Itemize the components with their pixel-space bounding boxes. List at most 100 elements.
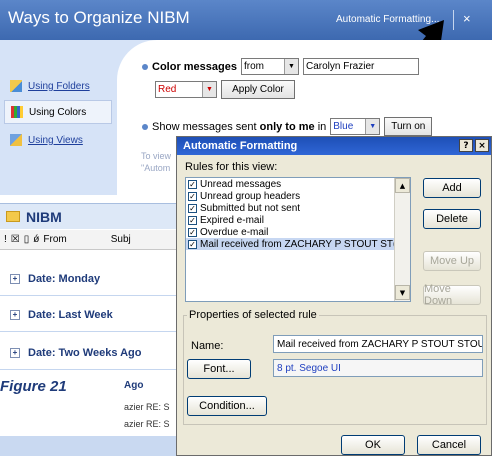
group-monday[interactable]: + Date: Monday — [0, 262, 185, 296]
rule-item[interactable]: ✓ Unread group headers — [186, 190, 410, 202]
rules-scrollbar[interactable]: ▲ ▼ — [394, 178, 410, 301]
group-label: Date: Two Weeks Ago — [28, 346, 142, 359]
rule-label: Expired e-mail — [200, 214, 264, 226]
bottom-bar — [0, 436, 185, 456]
automatic-formatting-dialog: Automatic Formatting ? × Rules for this … — [176, 136, 492, 456]
rule-label: Submitted but not sent — [200, 202, 301, 214]
checkbox-icon[interactable]: ✓ — [188, 179, 197, 189]
move-up-button[interactable]: Move Up — [423, 251, 481, 271]
reminder-icon[interactable]: ☒ — [11, 234, 20, 245]
color-dropdown-value: Red — [158, 84, 177, 95]
scroll-up-icon[interactable]: ▲ — [395, 178, 410, 193]
sidebar-item-using-colors[interactable]: Using Colors — [4, 100, 112, 124]
expand-icon[interactable]: + — [10, 347, 20, 358]
chevron-down-icon: ▼ — [283, 59, 298, 74]
sidebar-item-using-folders[interactable]: Using Folders — [4, 74, 112, 98]
sidebar-item-label: Using Folders — [28, 80, 90, 92]
color-dropdown[interactable]: Red ▼ — [155, 81, 217, 98]
faint-text-2: "Autom — [141, 163, 171, 173]
scroll-down-icon[interactable]: ▼ — [395, 285, 410, 300]
apply-color-button[interactable]: Apply Color — [221, 80, 295, 99]
folder-icon — [6, 211, 20, 222]
column-header-row: ! ☒ ▯ ǿ From Subj — [0, 230, 185, 250]
checkbox-icon[interactable]: ✓ — [188, 215, 197, 225]
from-dropdown[interactable]: from ▼ — [240, 58, 299, 75]
type-icon[interactable]: ▯ — [24, 234, 30, 245]
show-prefix: Show messages sent — [152, 120, 260, 133]
ago-text: Ago — [124, 380, 144, 391]
font-button[interactable]: Font... — [187, 359, 251, 379]
dialog-title: Automatic Formatting — [183, 140, 298, 152]
show-color-value: Blue — [333, 121, 354, 132]
faint-text-1: To view — [141, 151, 172, 161]
show-messages-text: Show messages sent only to me in — [152, 121, 326, 133]
checkbox-icon[interactable]: ✓ — [188, 203, 197, 213]
column-subject[interactable]: Subj — [111, 234, 131, 245]
bullet-icon — [142, 123, 148, 130]
show-color-dropdown[interactable]: Blue ▼ — [330, 118, 381, 135]
sender-field[interactable]: Carolyn Frazier — [302, 58, 419, 75]
rules-list[interactable]: ✓ Unread messages ✓ Unread group headers ✓… — [185, 177, 411, 302]
rule-label: Mail received from ZACHARY P STOUT ST( — [200, 238, 394, 250]
rule-name-input[interactable]: Mail received from ZACHARY P STOUT STOUT — [273, 335, 483, 353]
turn-on-button[interactable]: Turn on — [384, 117, 433, 136]
sidebar-item-using-views[interactable]: Using Views — [4, 128, 112, 152]
color-select-row: Red ▼ Apply Color — [155, 80, 295, 99]
show-messages-row: Show messages sent only to me in Blue ▼ … — [142, 117, 433, 136]
add-button[interactable]: Add — [423, 178, 481, 198]
color-grid-icon — [11, 106, 23, 118]
color-messages-label: Color messages — [152, 60, 237, 73]
dialog-title-bar: Automatic Formatting — [177, 137, 491, 155]
ok-button[interactable]: OK — [341, 435, 405, 455]
sidebar-item-label: Using Views — [28, 134, 83, 146]
from-dropdown-value: from — [243, 61, 264, 72]
name-label: Name: — [191, 340, 224, 352]
rule-label: Unread messages — [200, 178, 282, 190]
group-last-week[interactable]: + Date: Last Week — [0, 298, 185, 332]
checkbox-icon[interactable]: ✓ — [188, 191, 197, 201]
rule-item[interactable]: ✓ Overdue e-mail — [186, 226, 410, 238]
figure-caption: Figure 21 — [0, 378, 67, 395]
close-icon[interactable]: × — [475, 139, 489, 152]
group-label: Date: Monday — [28, 272, 101, 285]
mail-row-1[interactable]: azier RE: S — [124, 402, 170, 412]
close-organize-icon[interactable]: × — [463, 11, 471, 26]
importance-icon[interactable]: ! — [4, 234, 7, 245]
folder-title: NIBM — [26, 208, 62, 225]
rule-item[interactable]: ✓ Unread messages — [186, 178, 410, 190]
rules-label: Rules for this view: — [185, 161, 278, 173]
rule-item[interactable]: ✓ Expired e-mail — [186, 214, 410, 226]
checkbox-icon[interactable]: ✓ — [188, 227, 197, 237]
sidebar-item-label: Using Colors — [29, 106, 87, 118]
condition-button[interactable]: Condition... — [187, 396, 267, 416]
mail-row-2[interactable]: azier RE: S — [124, 419, 170, 429]
folders-icon — [10, 80, 22, 92]
expand-icon[interactable]: + — [10, 273, 20, 284]
only-to-me-label: only to me — [259, 120, 315, 133]
chevron-down-icon: ▼ — [202, 82, 216, 97]
column-from[interactable]: From — [43, 234, 66, 245]
group-two-weeks-ago[interactable]: + Date: Two Weeks Ago — [0, 336, 185, 370]
bullet-icon — [142, 63, 148, 70]
group-label: Date: Last Week — [28, 308, 113, 321]
organize-pane-title: Ways to Organize NIBM — [8, 8, 190, 27]
expand-icon[interactable]: + — [10, 309, 20, 320]
in-label: in — [314, 120, 327, 133]
properties-label: Properties of selected rule — [187, 309, 319, 321]
font-value-field: 8 pt. Segoe UI — [273, 359, 483, 377]
checkbox-icon[interactable]: ✓ — [188, 239, 197, 249]
cancel-button[interactable]: Cancel — [417, 435, 481, 455]
help-icon[interactable]: ? — [459, 139, 473, 152]
rule-item[interactable]: ✓ Submitted but not sent — [186, 202, 410, 214]
attachment-icon[interactable]: ǿ — [33, 234, 39, 245]
rule-label: Unread group headers — [200, 190, 301, 202]
views-icon — [10, 134, 22, 146]
move-down-button[interactable]: Move Down — [423, 283, 481, 307]
chevron-down-icon: ▼ — [365, 119, 380, 134]
color-messages-row: Color messages from ▼ Carolyn Frazier — [142, 58, 419, 75]
rule-label: Overdue e-mail — [200, 226, 269, 238]
folder-header: NIBM — [0, 203, 185, 229]
sender-value: Carolyn Frazier — [305, 61, 375, 72]
rule-item-selected[interactable]: ✓ Mail received from ZACHARY P STOUT ST( — [186, 238, 394, 250]
delete-button[interactable]: Delete — [423, 209, 481, 229]
